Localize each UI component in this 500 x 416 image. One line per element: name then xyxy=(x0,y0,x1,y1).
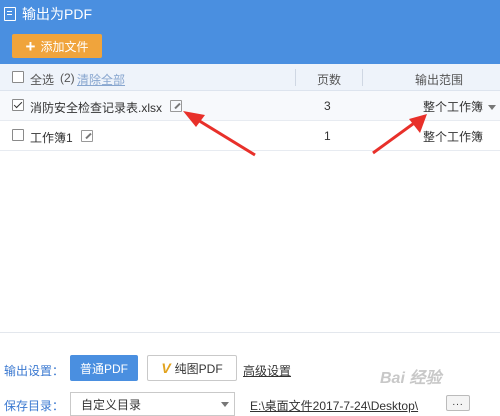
save-path[interactable]: E:\桌面文件2017-7-24\Desktop\ xyxy=(250,397,418,414)
save-dir-label: 保存目录： xyxy=(4,399,65,413)
output-settings-label: 输出设置： xyxy=(4,364,65,378)
save-dir-value: 自定义目录 xyxy=(81,397,142,412)
red-arrow-2 xyxy=(372,114,427,155)
normal-pdf-button[interactable]: 普通PDF xyxy=(70,355,138,381)
pure-image-pdf-button[interactable]: V 纯图PDF xyxy=(147,355,237,381)
advanced-settings-link[interactable]: 高级设置 xyxy=(243,362,291,379)
normal-pdf-label: 普通PDF xyxy=(79,361,128,376)
pure-pdf-label: 纯图PDF xyxy=(174,361,223,376)
watermark-text: Bai 经验 xyxy=(380,370,442,387)
browse-button[interactable]: ... xyxy=(446,395,470,411)
save-dir-select[interactable]: 自定义目录 xyxy=(70,392,235,416)
chevron-down-icon[interactable] xyxy=(221,402,229,407)
red-arrow-1 xyxy=(183,111,256,157)
vip-icon: V xyxy=(161,360,171,376)
